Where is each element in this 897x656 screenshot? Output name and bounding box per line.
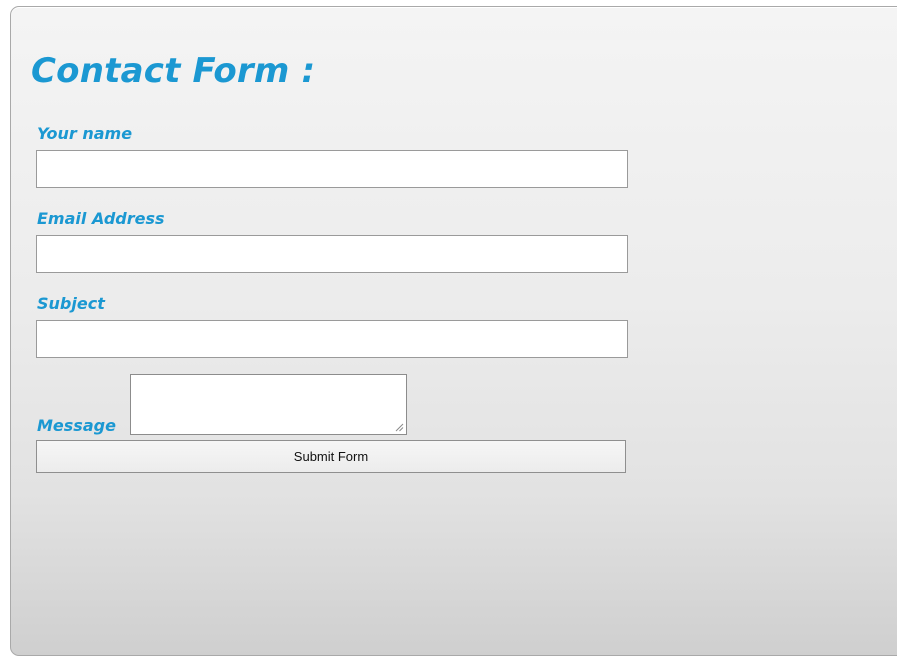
email-label: Email Address <box>37 209 165 228</box>
name-label: Your name <box>37 124 133 143</box>
contact-form-panel: Contact Form : Your name Email Address S… <box>10 6 897 656</box>
name-input[interactable] <box>36 150 628 188</box>
message-label: Message <box>37 416 116 435</box>
form-title: Contact Form : <box>31 51 316 91</box>
submit-button[interactable]: Submit Form <box>36 440 626 473</box>
message-textarea[interactable] <box>130 374 407 435</box>
subject-label: Subject <box>37 294 105 313</box>
resize-grip-icon[interactable] <box>394 422 404 432</box>
email-input[interactable] <box>36 235 628 273</box>
subject-input[interactable] <box>36 320 628 358</box>
